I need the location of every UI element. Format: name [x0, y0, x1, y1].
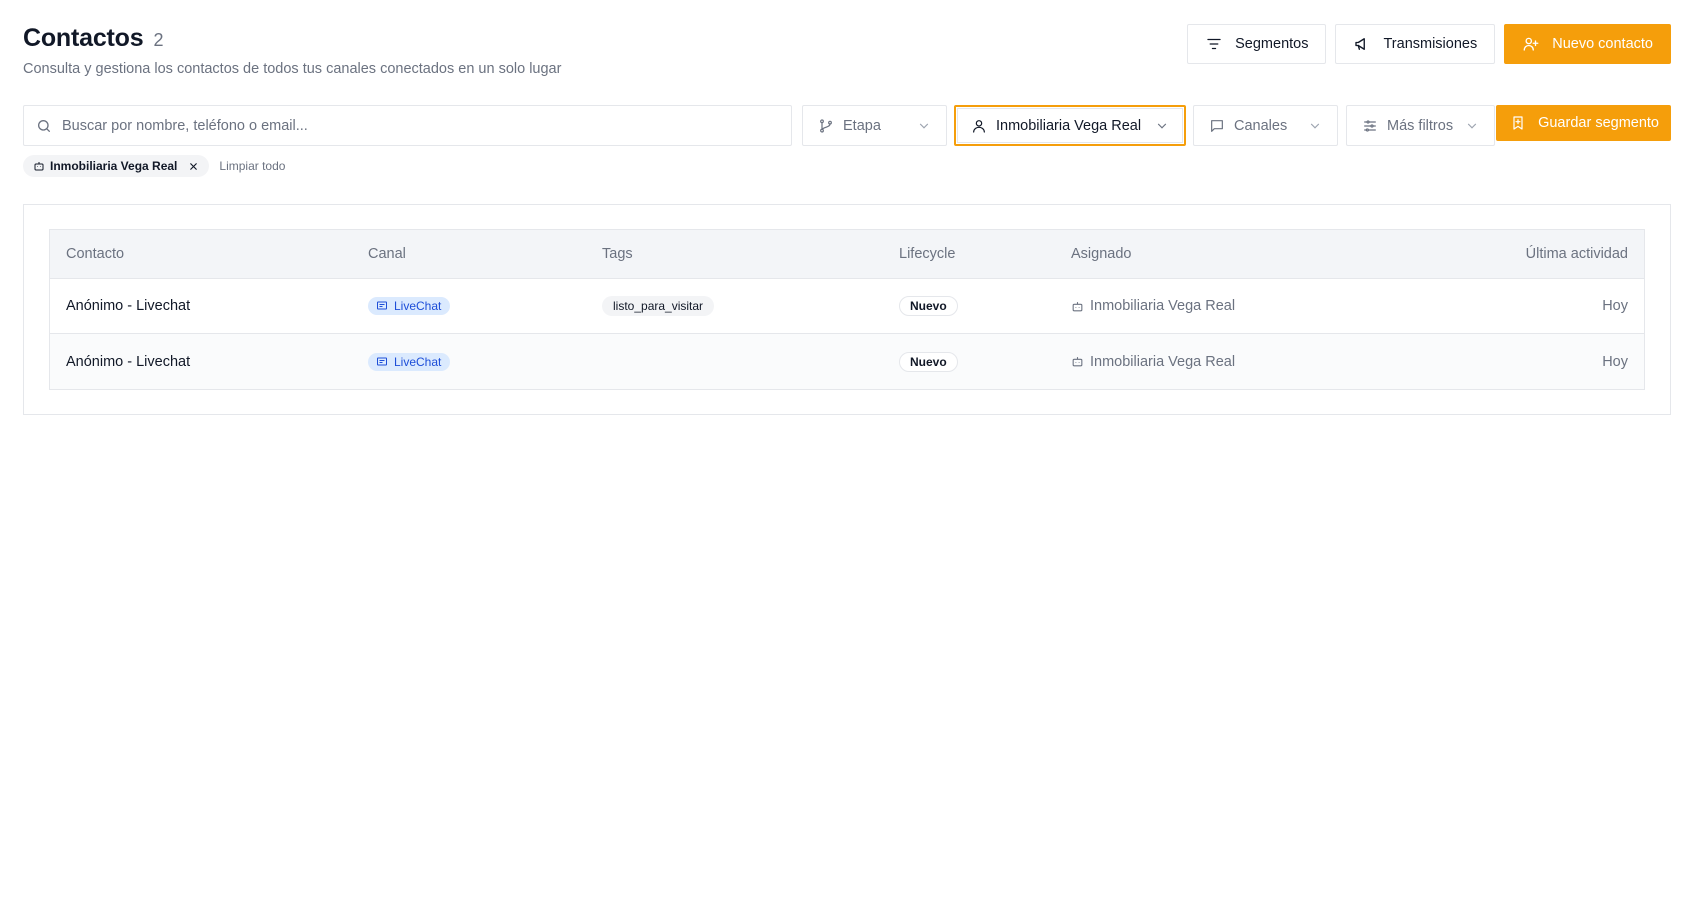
channel-badge: LiveChat [368, 352, 451, 371]
contacts-card: Contacto Canal Tags Lifecycle Asignado Ú… [23, 204, 1671, 415]
bot-icon [34, 162, 44, 171]
clear-all-link[interactable]: Limpiar todo [219, 159, 285, 173]
column-header-last-activity[interactable]: Última actividad [1526, 246, 1628, 262]
user-plus-icon [1523, 37, 1539, 51]
table-row[interactable]: Anónimo - Livechat LiveChat listo_para_v… [50, 279, 1644, 334]
column-header-lifecycle[interactable]: Lifecycle [899, 246, 955, 262]
agent-filter-label: Inmobiliaria Vega Real [996, 117, 1142, 134]
broadcasts-label: Transmisiones [1383, 36, 1478, 52]
last-activity: Hoy [1602, 353, 1628, 370]
last-activity: Hoy [1602, 298, 1628, 314]
channels-filter-label: Canales [1234, 117, 1288, 134]
filter-lines-icon [1207, 38, 1221, 50]
close-icon[interactable] [188, 161, 199, 172]
chevron-down-icon [1467, 123, 1477, 129]
lifecycle-cell: Nuevo [899, 296, 958, 316]
search-box[interactable] [23, 105, 792, 146]
more-filters-label: Más filtros [1387, 117, 1454, 134]
branch-icon [820, 118, 832, 133]
filter-chip-label: Inmobiliaria Vega Real [50, 159, 178, 173]
message-square-icon [377, 301, 387, 310]
new-contact-label: Nuevo contacto [1552, 36, 1653, 52]
segments-button[interactable]: Segmentos [1187, 24, 1327, 64]
contact-name[interactable]: Anónimo - Livechat [66, 298, 190, 314]
channel-label: LiveChat [394, 299, 442, 313]
table-row[interactable]: Anónimo - Livechat LiveChat Nuevo Inmobi… [50, 334, 1644, 389]
channel-cell: LiveChat [368, 297, 451, 315]
new-contact-button[interactable]: Nuevo contacto [1504, 24, 1671, 64]
save-segment-label: Guardar segmento [1538, 115, 1659, 131]
chevron-down-icon [1310, 123, 1320, 129]
assigned-cell: Inmobiliaria Vega Real [1071, 298, 1235, 314]
filter-chip: Inmobiliaria Vega Real [23, 155, 210, 177]
assigned-cell: Inmobiliaria Vega Real [1071, 354, 1235, 370]
user-icon [973, 119, 985, 133]
header-actions: Segmentos Transmisiones Nuevo contacto [1187, 24, 1671, 64]
filter-bar: Etapa Inmobiliaria Vega Real Canales Más… [23, 105, 1671, 146]
channel-label: LiveChat [394, 354, 442, 369]
channel-cell: LiveChat [368, 352, 451, 371]
stage-filter-dropdown[interactable]: Etapa [802, 105, 947, 146]
chevron-down-icon [1157, 123, 1167, 129]
column-header-contact[interactable]: Contacto [66, 246, 124, 262]
page-subtitle: Consulta y gestiona los contactos de tod… [23, 61, 562, 77]
chat-bubble-icon [1211, 119, 1223, 132]
bookmark-plus-icon [1513, 116, 1523, 130]
contacts-count: 2 [153, 30, 164, 50]
message-square-icon [377, 357, 387, 365]
lifecycle-badge: Nuevo [899, 296, 958, 316]
tag-badge: listo_para_visitar [602, 296, 715, 316]
broadcasts-button[interactable]: Transmisiones [1335, 24, 1496, 64]
column-header-tags[interactable]: Tags [602, 246, 633, 262]
more-filters-dropdown[interactable]: Más filtros [1346, 105, 1495, 146]
megaphone-icon [1355, 38, 1366, 50]
search-input[interactable] [62, 117, 762, 134]
bot-icon [1072, 301, 1083, 311]
table-header: Contacto Canal Tags Lifecycle Asignado Ú… [50, 230, 1644, 279]
assigned-name: Inmobiliaria Vega Real [1090, 353, 1236, 370]
stage-filter-label: Etapa [843, 117, 881, 134]
sliders-icon [1364, 119, 1376, 132]
tags-cell: listo_para_visitar [602, 296, 715, 316]
lifecycle-badge: Nuevo [899, 351, 958, 372]
column-header-assigned[interactable]: Asignado [1071, 246, 1131, 262]
column-header-channel[interactable]: Canal [368, 246, 406, 262]
page-title: Contactos [23, 24, 144, 52]
search-icon [38, 119, 50, 132]
lifecycle-cell: Nuevo [899, 351, 958, 372]
assigned-name: Inmobiliaria Vega Real [1090, 298, 1236, 314]
chevron-down-icon [919, 123, 929, 129]
active-filter-chips: Inmobiliaria Vega Real Limpiar todo [23, 155, 285, 177]
segments-label: Segmentos [1235, 36, 1309, 52]
agent-filter-dropdown[interactable]: Inmobiliaria Vega Real [954, 105, 1186, 146]
bot-icon [1072, 357, 1083, 367]
save-segment-button[interactable]: Guardar segmento [1496, 105, 1671, 141]
channel-badge: LiveChat [368, 297, 451, 315]
channels-filter-dropdown[interactable]: Canales [1193, 105, 1338, 146]
page-header: Contactos 2 Consulta y gestiona los cont… [23, 24, 561, 77]
contacts-table: Contacto Canal Tags Lifecycle Asignado Ú… [49, 229, 1645, 390]
contact-name[interactable]: Anónimo - Livechat [66, 354, 190, 370]
